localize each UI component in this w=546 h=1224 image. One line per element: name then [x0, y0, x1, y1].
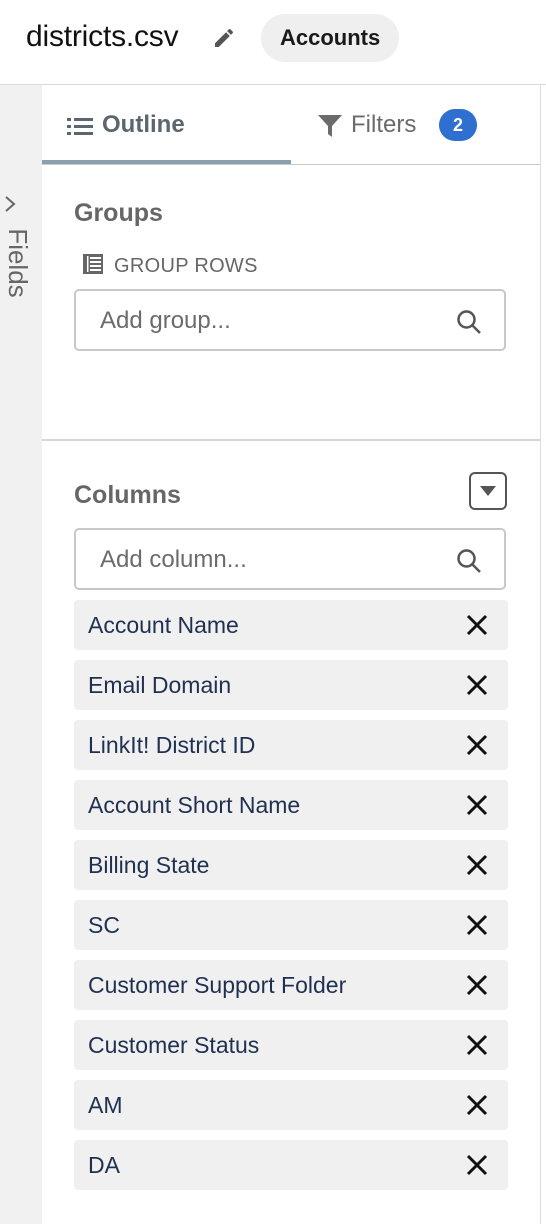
tab-filters-label: Filters [351, 111, 417, 138]
grid-edge [540, 85, 546, 1224]
column-item[interactable]: LinkIt! District ID [74, 720, 508, 770]
columns-title: Columns [74, 481, 181, 509]
column-name: Customer Support Folder [88, 972, 347, 998]
search-icon[interactable] [456, 548, 482, 574]
column-name: Customer Status [88, 1032, 260, 1058]
tab-filters[interactable]: Filters 2 [291, 85, 540, 164]
column-item[interactable]: SC [74, 900, 508, 950]
table-icon [83, 254, 103, 274]
pencil-icon[interactable] [212, 26, 236, 50]
section-divider [42, 439, 540, 441]
close-icon[interactable] [464, 1152, 490, 1178]
close-icon[interactable] [464, 972, 490, 998]
list-icon [67, 118, 93, 135]
column-name: Account Name [88, 612, 239, 638]
columns-menu-button[interactable] [469, 472, 507, 510]
tab-outline-label: Outline [102, 111, 185, 138]
fields-label: Fields [3, 228, 33, 298]
column-item[interactable]: DA [74, 1140, 508, 1190]
fields-sidebar-toggle[interactable]: Fields [0, 85, 42, 1224]
column-item[interactable]: Account Short Name [74, 780, 508, 830]
file-title: districts.csv [26, 20, 179, 53]
groups-title: Groups [74, 199, 163, 227]
add-group-field [74, 289, 506, 351]
column-item[interactable]: Email Domain [74, 660, 508, 710]
column-item[interactable]: Customer Status [74, 1020, 508, 1070]
group-rows-label: GROUP ROWS [114, 255, 258, 277]
close-icon[interactable] [464, 912, 490, 938]
tab-outline[interactable]: Outline [42, 85, 291, 164]
outline-panel: Outline Filters 2 Groups GROUP ROWS Colu… [42, 85, 540, 1224]
filter-icon [318, 115, 342, 137]
column-item[interactable]: Account Name [74, 600, 508, 650]
column-item[interactable]: Customer Support Folder [74, 960, 508, 1010]
column-item[interactable]: Billing State [74, 840, 508, 890]
filters-count-badge: 2 [439, 109, 477, 141]
close-icon[interactable] [464, 1032, 490, 1058]
add-column-field [74, 528, 506, 590]
close-icon[interactable] [464, 852, 490, 878]
close-icon[interactable] [464, 732, 490, 758]
caret-down-icon [480, 486, 496, 496]
add-group-input[interactable] [78, 293, 462, 349]
app-header: districts.csv Accounts [0, 0, 546, 85]
close-icon[interactable] [464, 612, 490, 638]
column-name: DA [88, 1152, 120, 1178]
column-name: Account Short Name [88, 792, 301, 818]
column-name: SC [88, 912, 120, 938]
column-name: AM [88, 1092, 123, 1118]
chevron-right-icon[interactable] [3, 195, 17, 213]
column-name: LinkIt! District ID [88, 732, 256, 758]
panel-tabs: Outline Filters 2 [42, 85, 540, 165]
add-column-input[interactable] [78, 532, 462, 588]
search-icon[interactable] [456, 309, 482, 335]
column-list: Account Name Email Domain LinkIt! Distri… [74, 600, 508, 1200]
close-icon[interactable] [464, 792, 490, 818]
close-icon[interactable] [464, 672, 490, 698]
column-name: Billing State [88, 852, 210, 878]
object-badge[interactable]: Accounts [261, 14, 400, 62]
close-icon[interactable] [464, 1092, 490, 1118]
column-item[interactable]: AM [74, 1080, 508, 1130]
column-name: Email Domain [88, 672, 232, 698]
